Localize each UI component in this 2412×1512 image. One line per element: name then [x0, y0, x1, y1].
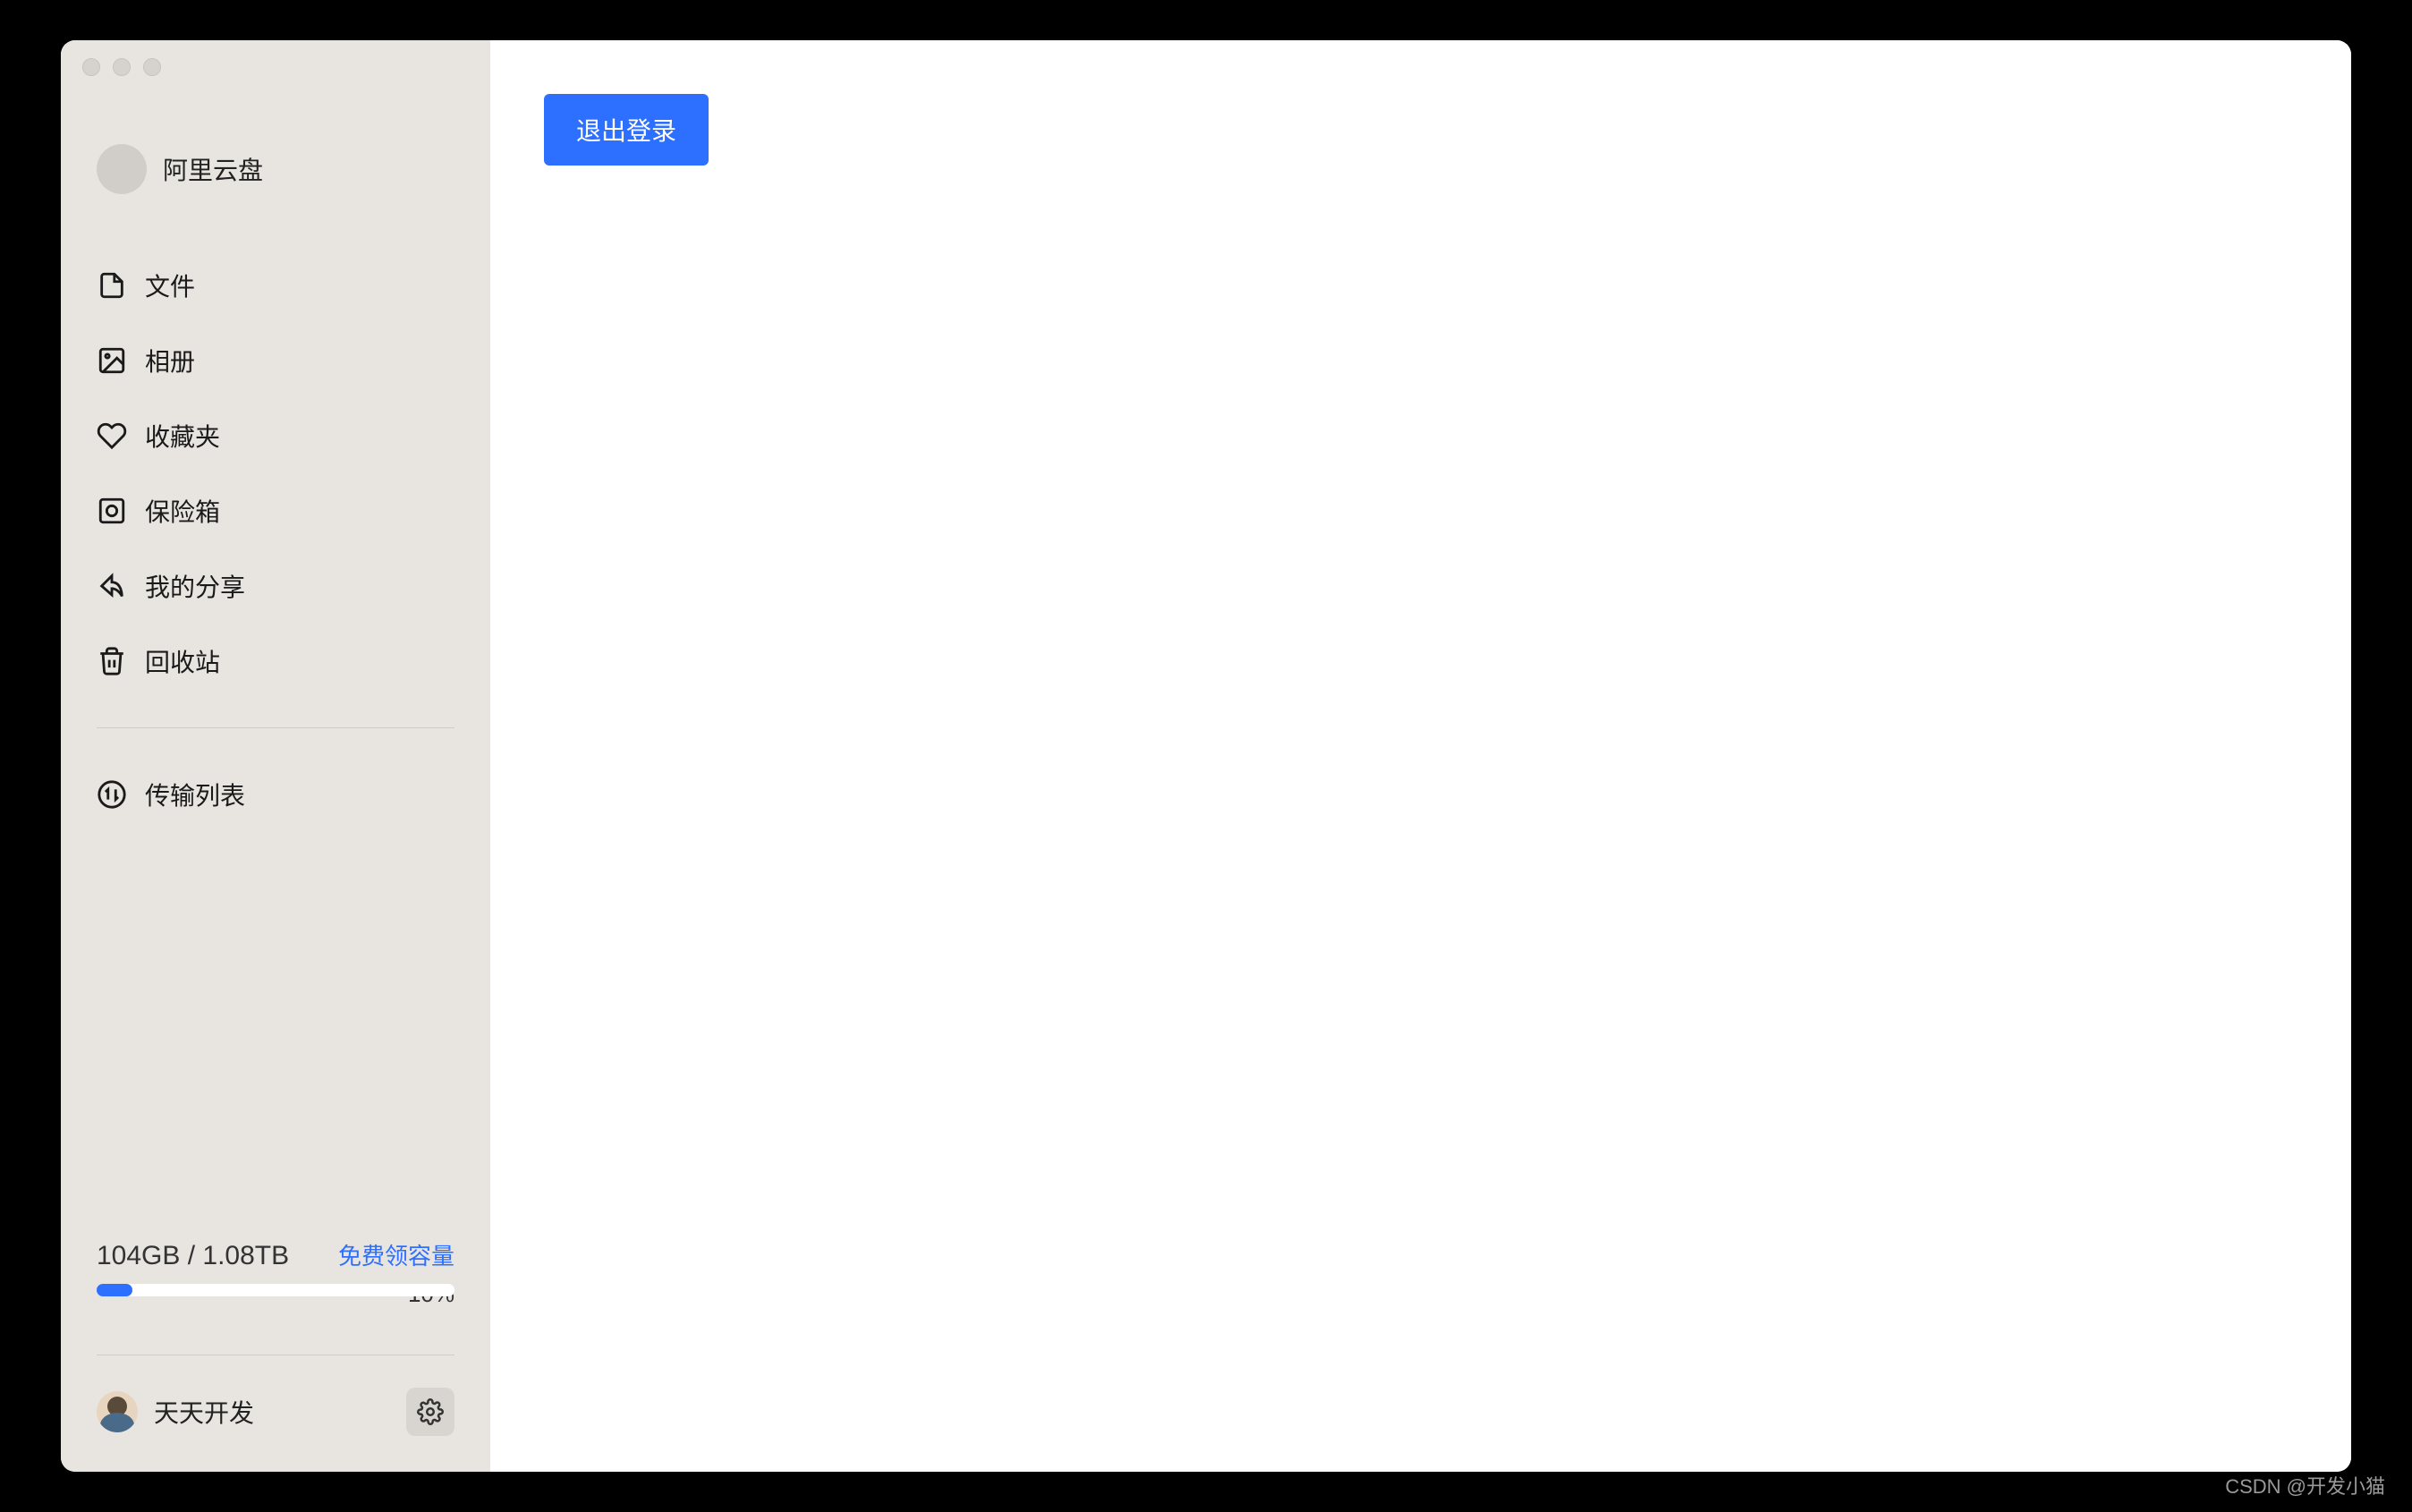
heart-icon — [97, 420, 127, 451]
user-name: 天天开发 — [154, 1394, 254, 1430]
file-icon — [97, 270, 127, 301]
brand[interactable]: 阿里云盘 — [61, 130, 490, 230]
user-profile[interactable]: 天天开发 — [97, 1391, 254, 1432]
settings-button[interactable] — [406, 1388, 454, 1436]
minimize-window-button[interactable] — [113, 58, 131, 76]
user-avatar — [97, 1391, 138, 1432]
maximize-window-button[interactable] — [143, 58, 161, 76]
storage-progress — [97, 1284, 454, 1296]
close-window-button[interactable] — [82, 58, 100, 76]
sidebar-item-trash[interactable]: 回收站 — [97, 624, 454, 699]
sidebar-item-label: 传输列表 — [145, 777, 245, 812]
window-controls — [82, 58, 161, 76]
sidebar-item-favorites[interactable]: 收藏夹 — [97, 398, 454, 473]
sidebar-item-label: 相册 — [145, 343, 195, 378]
watermark: CSDN @开发小猫 — [2225, 1471, 2385, 1499]
safe-icon — [97, 496, 127, 526]
sidebar-nav: 文件 相册 收藏夹 保险箱 我的分享 回收站 — [61, 230, 490, 699]
sidebar: 阿里云盘 文件 相册 收藏夹 保险箱 我的分享 — [61, 40, 490, 1472]
sidebar-item-files[interactable]: 文件 — [97, 248, 454, 323]
storage-claim-link[interactable]: 免费领容量 — [338, 1238, 454, 1271]
gear-icon — [417, 1398, 444, 1425]
trash-icon — [97, 646, 127, 676]
app-window: 阿里云盘 文件 相册 收藏夹 保险箱 我的分享 — [61, 40, 2351, 1472]
sidebar-item-label: 回收站 — [145, 643, 220, 679]
storage-usage: 104GB / 1.08TB — [97, 1241, 289, 1271]
user-row: 天天开发 — [61, 1355, 490, 1472]
sidebar-item-label: 收藏夹 — [145, 418, 220, 454]
brand-avatar — [97, 144, 147, 194]
main-content: 退出登录 — [490, 40, 2351, 1472]
brand-name: 阿里云盘 — [163, 151, 263, 187]
share-icon — [97, 571, 127, 601]
sidebar-item-label: 我的分享 — [145, 568, 245, 604]
sidebar-item-label: 文件 — [145, 268, 195, 303]
sidebar-nav-secondary: 传输列表 — [61, 757, 490, 832]
sidebar-item-transfer[interactable]: 传输列表 — [97, 757, 454, 832]
sidebar-divider — [97, 727, 454, 728]
sidebar-item-safebox[interactable]: 保险箱 — [97, 473, 454, 548]
image-icon — [97, 345, 127, 376]
sidebar-item-label: 保险箱 — [145, 493, 220, 529]
sidebar-item-share[interactable]: 我的分享 — [97, 548, 454, 624]
sidebar-item-album[interactable]: 相册 — [97, 323, 454, 398]
logout-button[interactable]: 退出登录 — [544, 94, 709, 166]
storage-panel: 104GB / 1.08TB 免费领容量 10% — [61, 1238, 490, 1338]
storage-progress-fill — [97, 1284, 132, 1296]
transfer-icon — [97, 779, 127, 810]
